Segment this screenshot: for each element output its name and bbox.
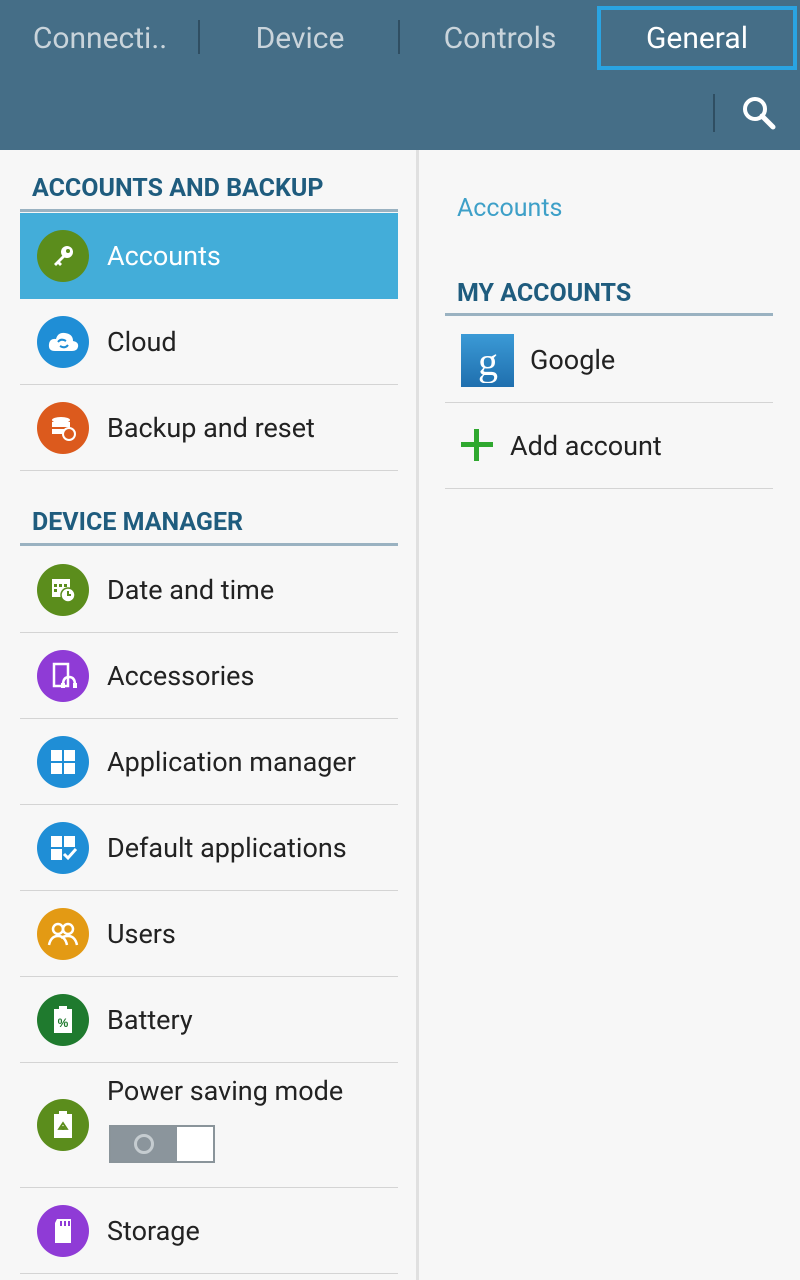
list-item-cloud[interactable]: Cloud <box>20 299 398 385</box>
backup-database-icon <box>37 401 89 454</box>
power-saving-toggle[interactable] <box>109 1125 215 1163</box>
list-item-label: Default applications <box>107 831 347 864</box>
list-item-label: Storage <box>107 1214 200 1247</box>
list-item-date-time[interactable]: Date and time <box>20 547 398 633</box>
tab-connections[interactable]: Connecti.. <box>0 6 200 70</box>
breadcrumb: Accounts <box>457 194 563 223</box>
toggle-off-side <box>111 1127 177 1161</box>
add-account-button[interactable]: Add account <box>445 403 773 489</box>
top-bar: Connecti.. Device Controls General <box>0 0 800 150</box>
search-button[interactable] <box>734 88 784 138</box>
list-item-backup-reset[interactable]: Backup and reset <box>20 385 398 471</box>
google-icon: g <box>461 334 514 387</box>
list-item-label: Cloud <box>107 325 177 358</box>
key-icon <box>37 229 89 282</box>
panel-divider <box>416 150 419 1280</box>
sd-card-icon <box>37 1204 89 1257</box>
battery-percent-icon: % <box>37 993 89 1046</box>
settings-screen: Connecti.. Device Controls General ACCOU… <box>0 0 800 1280</box>
list-item-label: Accessories <box>107 659 255 692</box>
list-item-label: Backup and reset <box>107 411 315 444</box>
section-header-device-manager: DEVICE MANAGER <box>20 504 398 546</box>
tab-bar: Connecti.. Device Controls General <box>0 0 800 76</box>
svg-text:g: g <box>478 339 498 383</box>
list-item-default-applications[interactable]: Default applications <box>20 805 398 891</box>
power-saving-battery-icon <box>37 1099 89 1151</box>
tab-general[interactable]: General <box>597 6 797 70</box>
action-divider <box>713 94 715 132</box>
list-item-label: Application manager <box>107 745 356 778</box>
account-item-google[interactable]: g Google <box>445 317 773 403</box>
list-item-battery[interactable]: % Battery <box>20 977 398 1063</box>
tab-device[interactable]: Device <box>200 6 400 70</box>
section-header-accounts-backup: ACCOUNTS AND BACKUP <box>20 170 398 212</box>
accessories-headset-icon <box>37 649 89 702</box>
list-item-application-manager[interactable]: Application manager <box>20 719 398 805</box>
grid-apps-icon <box>37 735 89 788</box>
users-icon <box>37 907 89 960</box>
list-item-accounts[interactable]: Accounts <box>20 213 398 299</box>
account-label: Google <box>530 343 616 376</box>
calendar-clock-icon <box>37 563 89 616</box>
list-item-label: Battery <box>107 1003 193 1036</box>
list-item-accessories[interactable]: Accessories <box>20 633 398 719</box>
list-item-storage[interactable]: Storage <box>20 1188 398 1274</box>
grid-check-icon <box>37 821 89 874</box>
tab-controls[interactable]: Controls <box>400 6 600 70</box>
list-item-label: Date and time <box>107 573 275 606</box>
search-icon <box>743 97 776 130</box>
list-item-label: Power saving mode <box>107 1075 344 1107</box>
cloud-sync-icon <box>37 315 89 368</box>
toggle-knob <box>134 1134 154 1154</box>
list-item-users[interactable]: Users <box>20 891 398 977</box>
section-header-my-accounts: MY ACCOUNTS <box>445 275 773 316</box>
list-item-label: Accounts <box>107 239 221 272</box>
plus-icon <box>461 429 493 461</box>
add-account-label: Add account <box>510 429 662 462</box>
svg-text:%: % <box>58 1016 69 1030</box>
list-item-label: Users <box>107 917 176 950</box>
list-item-power-saving-mode[interactable]: Power saving mode <box>20 1063 398 1188</box>
